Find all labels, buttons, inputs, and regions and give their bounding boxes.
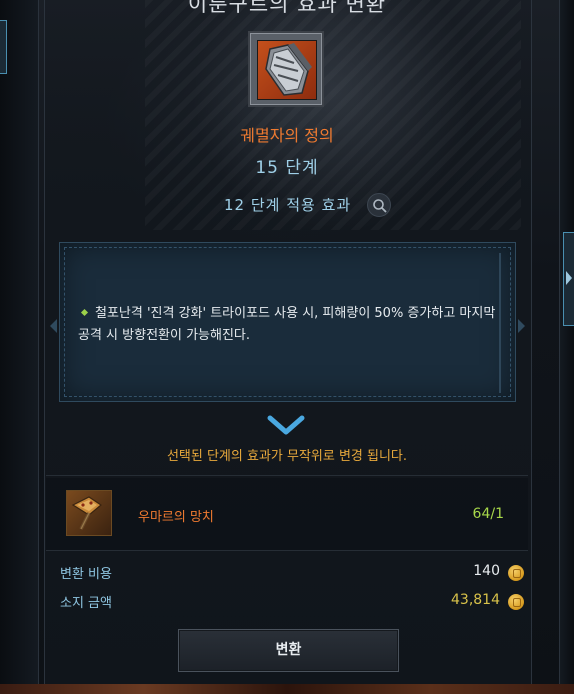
gold-coin-icon — [508, 565, 524, 581]
convert-cost-label: 변환 비용 — [60, 567, 112, 582]
owned-gold-label: 소지 금액 — [60, 596, 112, 611]
right-side-panel — [559, 0, 574, 694]
bullet-icon — [80, 308, 89, 317]
window-title: 이룬구트의 효과 변환 — [187, 0, 387, 16]
applied-stage-label: 12 단계 적용 효과 — [224, 196, 352, 214]
item-stage: 15 단계 — [255, 158, 319, 178]
effect-scrollbar[interactable] — [499, 253, 501, 393]
material-slot[interactable] — [66, 490, 112, 536]
material-count: 64/1 — [472, 506, 504, 522]
effect-description: 철포난격 '진격 강화' 트라이포드 사용 시, 피해량이 50% 증가하고 마… — [78, 303, 498, 347]
convert-button[interactable]: 변환 — [178, 629, 399, 672]
material-row: 우마르의 망치 64/1 — [46, 478, 528, 550]
bottom-strip — [0, 684, 574, 694]
item-name: 궤멸자의 정의 — [240, 126, 334, 145]
left-side-panel — [0, 0, 39, 694]
divider — [46, 475, 528, 476]
item-slot[interactable] — [248, 31, 324, 107]
convert-cost-value: 140 — [473, 563, 500, 579]
left-tab[interactable] — [0, 20, 7, 74]
magnifier-button[interactable] — [367, 193, 391, 217]
hammer-icon — [71, 496, 103, 530]
gold-coin-icon — [508, 594, 524, 610]
right-expand-tab[interactable] — [563, 232, 574, 326]
chevron-down-icon — [267, 415, 305, 435]
effect-text: 철포난격 '진격 강화' 트라이포드 사용 시, 피해량이 50% 증가하고 마… — [78, 306, 496, 343]
effect-box: 철포난격 '진격 강화' 트라이포드 사용 시, 피해량이 50% 증가하고 마… — [50, 242, 525, 402]
material-name: 우마르의 망치 — [138, 510, 214, 525]
random-change-note: 선택된 단계의 효과가 무작위로 변경 됩니다. — [166, 449, 408, 464]
owned-gold-value: 43,814 — [451, 592, 500, 608]
search-icon — [373, 199, 387, 213]
next-arrow-icon — [518, 319, 525, 333]
item-icon-bg — [257, 40, 317, 100]
divider — [46, 550, 528, 551]
gauntlet-icon — [265, 43, 312, 96]
prev-arrow-icon — [50, 319, 57, 333]
